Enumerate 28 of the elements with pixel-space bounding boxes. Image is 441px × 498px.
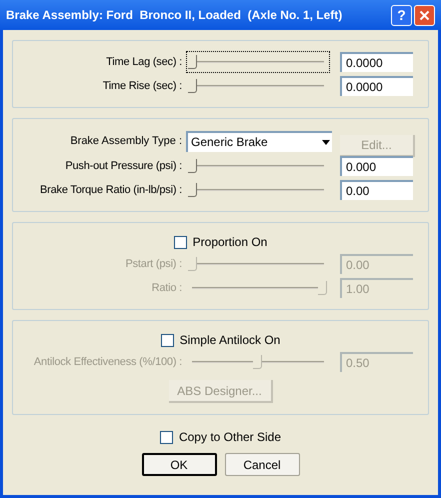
field-label: Time Lag (sec) : xyxy=(105,54,183,70)
checkbox-label: Simple Antilock On xyxy=(180,332,280,349)
checkbox-label: Copy to Other Side xyxy=(178,429,282,446)
window-title: Brake Assembly: Ford Bronco II, Loaded (Axle No. 1, Left) xyxy=(6,7,344,24)
value-field[interactable]: 0.0000 xyxy=(340,76,413,96)
field-label: Antilock Effectiveness (%/100) : xyxy=(32,354,183,370)
field-label: Ratio : xyxy=(150,280,183,296)
field-label: Time Rise (sec) : xyxy=(102,78,183,94)
type-dropdown[interactable]: Generic Brake xyxy=(186,130,332,152)
dialog-button[interactable]: Cancel xyxy=(224,453,300,476)
checkbox[interactable] xyxy=(160,430,173,444)
value-field[interactable]: 0.00 xyxy=(340,180,413,200)
slider-track[interactable] xyxy=(186,51,330,73)
checkbox[interactable] xyxy=(174,236,187,248)
close-icon xyxy=(419,10,430,20)
dialog-button[interactable]: OK xyxy=(142,453,216,476)
close-button[interactable] xyxy=(414,4,435,26)
checkbox[interactable] xyxy=(160,334,174,346)
checkbox-label: Proportion On xyxy=(192,234,268,251)
field-label: Brake Torque Ratio (in-lb/psi) : xyxy=(39,182,183,198)
field-label: Pstart (psi) : xyxy=(124,256,183,272)
help-button[interactable]: ? xyxy=(391,4,412,26)
value-field[interactable]: 0.000 xyxy=(340,156,413,176)
caret-icon xyxy=(322,140,330,144)
value-field[interactable]: 0.0000 xyxy=(340,52,413,72)
field-label: Push-out Pressure (psi) : xyxy=(64,158,183,174)
field-label: Brake Assembly Type : xyxy=(69,134,183,149)
slider-thumb[interactable] xyxy=(188,55,197,69)
